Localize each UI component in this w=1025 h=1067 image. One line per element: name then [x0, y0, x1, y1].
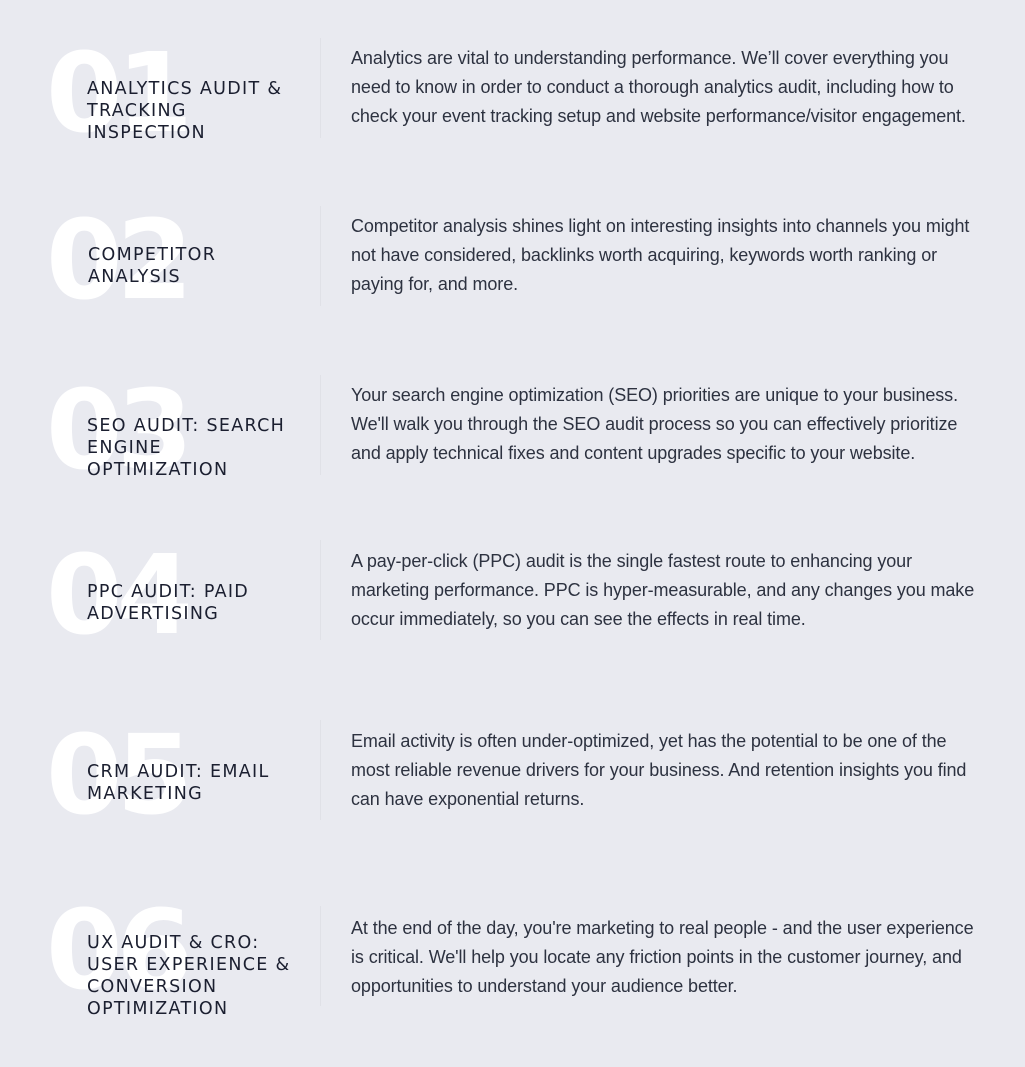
divider: [320, 906, 321, 1006]
item-title: SEO AUDIT: SEARCH ENGINE OPTIMIZATION: [87, 416, 286, 480]
divider: [320, 206, 321, 306]
divider: [320, 720, 321, 820]
item-description: Your search engine optimization (SEO) pr…: [351, 385, 958, 463]
item-title: CRM AUDIT: EMAIL MARKETING: [87, 762, 270, 804]
item-description: Competitor analysis shines light on inte…: [351, 216, 970, 294]
divider: [320, 375, 321, 475]
item-description: At the end of the day, you're marketing …: [351, 918, 974, 996]
item-description: A pay-per-click (PPC) audit is the singl…: [351, 551, 975, 629]
item-title: ANALYTICS AUDIT & TRACKING INSPECTION: [87, 79, 283, 143]
item-title: PPC AUDIT: PAID ADVERTISING: [87, 582, 250, 624]
divider: [320, 540, 321, 640]
item-description: Analytics are vital to understanding per…: [351, 48, 966, 126]
divider: [320, 38, 321, 138]
item-title: UX AUDIT & CRO: USER EXPERIENCE & CONVER…: [87, 933, 291, 1019]
item-title: COMPETITOR ANALYSIS: [88, 245, 217, 287]
item-description: Email activity is often under-optimized,…: [351, 731, 967, 809]
